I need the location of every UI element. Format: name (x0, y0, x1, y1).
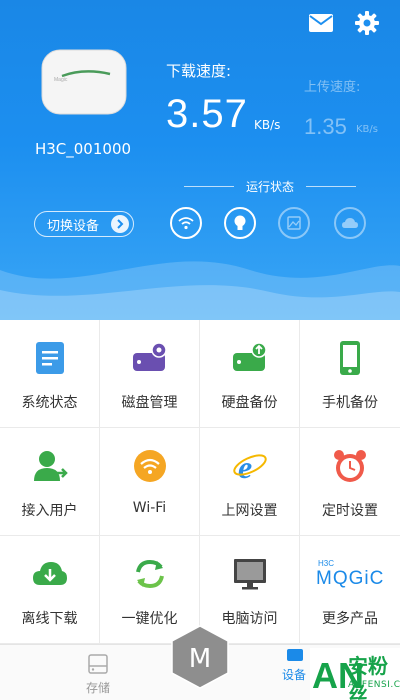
chevron-right-icon (111, 215, 129, 233)
function-grid: 系统状态 磁盘管理 硬盘备份 手机备份 接入用户 Wi-Fi e 上网设置 定时… (0, 320, 400, 644)
download-speed-unit: KB/s (254, 118, 281, 132)
watermark-text: 安粉丝 (348, 654, 388, 700)
center-m-button[interactable]: M (170, 624, 230, 690)
photo-status-icon[interactable] (278, 207, 310, 239)
upload-speed-label: 上传速度: (304, 80, 361, 95)
disk-upload-icon (230, 338, 270, 378)
grid-item-more-products[interactable]: H3C MQGiC 更多产品 (300, 536, 400, 644)
upload-speed-value: 1.35 (304, 114, 347, 139)
grid-item-label: 接入用户 (21, 503, 78, 519)
grid-item-timer-settings[interactable]: 定时设置 (300, 428, 400, 536)
status-title: 运行状态 (245, 180, 294, 194)
wifi-status-icon[interactable] (170, 207, 202, 239)
alarm-clock-icon (330, 446, 370, 486)
grid-item-label: 磁盘管理 (121, 395, 178, 411)
refresh-icon (130, 554, 170, 594)
gear-icon[interactable] (352, 8, 382, 38)
ie-browser-icon: e (230, 446, 270, 486)
grid-item-phone-backup[interactable]: 手机备份 (300, 320, 400, 428)
wave-decoration (0, 261, 400, 320)
cloud-status-icon[interactable] (334, 207, 366, 239)
storage-icon (88, 654, 108, 674)
grid-item-label: 硬盘备份 (221, 395, 278, 411)
grid-item-connected-users[interactable]: 接入用户 (0, 428, 100, 536)
watermark-url: ANFENSI.COM (348, 680, 400, 690)
switch-device-label: 切换设备 (47, 218, 100, 234)
phone-icon (330, 338, 370, 378)
monitor-icon (230, 554, 270, 594)
wifi-icon (130, 446, 170, 486)
grid-item-label: 离线下载 (21, 611, 78, 627)
cloud-download-icon (30, 554, 70, 594)
mail-icon[interactable] (306, 8, 336, 38)
device-icon (287, 649, 303, 661)
grid-item-label: 上网设置 (221, 503, 278, 519)
nav-tab-device[interactable]: 设备 (282, 666, 306, 683)
nav-tab-storage[interactable]: 存储 (76, 653, 120, 696)
switch-device-button[interactable]: 切换设备 (34, 211, 134, 237)
grid-item-label: 手机备份 (322, 395, 378, 411)
grid-item-label: Wi-Fi (132, 500, 167, 516)
h3c-magic-logo: H3C MQGiC (316, 558, 385, 589)
download-speed-label: 下载速度: (166, 62, 232, 80)
grid-item-system-status[interactable]: 系统状态 (0, 320, 100, 428)
grid-item-label: 定时设置 (322, 503, 378, 519)
grid-item-wifi[interactable]: Wi-Fi (100, 428, 200, 536)
download-speed-value: 3.57 (166, 92, 248, 136)
disk-settings-icon (130, 338, 170, 378)
upload-speed-unit: KB/s (356, 124, 378, 135)
grid-item-label: 更多产品 (322, 611, 378, 627)
status-divider-right (306, 186, 356, 187)
header-panel: Magic H3C_001000 下载速度: 3.57 KB/s 上传速度: 1… (0, 0, 400, 320)
device-name: H3C_001000 (34, 140, 132, 158)
grid-item-label: 系统状态 (21, 395, 78, 411)
document-icon (30, 338, 70, 378)
nav-storage-label: 存储 (85, 681, 110, 695)
grid-item-offline-download[interactable]: 离线下载 (0, 536, 100, 644)
lightbulb-status-icon[interactable] (224, 207, 256, 239)
grid-item-disk-backup[interactable]: 硬盘备份 (200, 320, 300, 428)
router-device-image: Magic (41, 49, 127, 115)
svg-text:e: e (238, 449, 252, 484)
user-icon (30, 446, 70, 486)
status-divider-left (184, 186, 234, 187)
grid-item-internet-settings[interactable]: e 上网设置 (200, 428, 300, 536)
grid-item-disk-management[interactable]: 磁盘管理 (100, 320, 200, 428)
svg-text:Magic: Magic (54, 77, 68, 83)
svg-text:M: M (189, 644, 211, 674)
